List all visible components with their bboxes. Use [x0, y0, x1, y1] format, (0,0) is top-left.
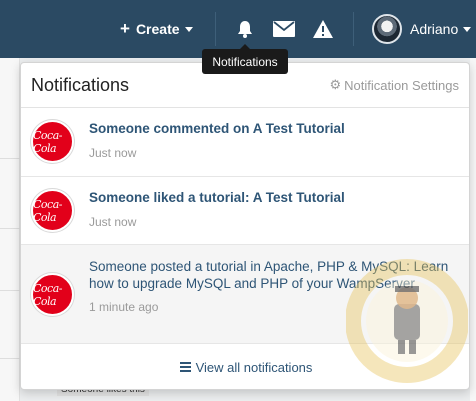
envelope-icon	[273, 21, 295, 37]
coca-cola-logo-icon: Coca-Cola	[31, 273, 74, 316]
notification-message: Someone commented on A Test Tutorial	[89, 121, 345, 136]
bell-icon	[238, 21, 252, 38]
warning-icon	[313, 20, 333, 38]
coca-cola-logo-icon: Coca-Cola	[31, 189, 74, 232]
user-name: Adriano	[410, 21, 459, 37]
gear-icon: ⚙	[329, 77, 342, 92]
notification-time: Just now	[89, 215, 137, 229]
notification-message: Someone liked a tutorial: A Test Tutoria…	[89, 190, 345, 205]
notification-settings-link[interactable]: ⚙ Notification Settings	[329, 77, 459, 93]
user-menu-button[interactable]: Adriano	[372, 0, 472, 58]
background-page	[0, 58, 20, 401]
background-page-edge	[470, 58, 476, 401]
caret-down-icon	[463, 26, 472, 32]
nav-divider	[215, 12, 216, 46]
notification-item[interactable]: Coca-Cola Someone commented on A Test Tu…	[21, 108, 469, 177]
settings-label: Notification Settings	[344, 77, 459, 93]
fun4forum-watermark	[346, 259, 468, 383]
view-all-label: View all notifications	[195, 359, 313, 375]
alerts-button[interactable]	[312, 0, 334, 58]
plus-icon: +	[120, 19, 130, 38]
caret-down-icon	[184, 26, 193, 32]
avatar	[372, 14, 402, 44]
notifications-tooltip: Notifications	[202, 44, 288, 74]
notification-time: Just now	[89, 146, 137, 160]
coca-cola-logo-icon: Coca-Cola	[31, 120, 74, 163]
list-icon	[179, 360, 191, 374]
dropdown-title: Notifications	[31, 74, 130, 95]
notification-item[interactable]: Coca-Cola Someone liked a tutorial: A Te…	[21, 177, 469, 245]
create-label: Create	[135, 21, 180, 37]
nav-divider	[353, 12, 354, 46]
create-menu-button[interactable]: + Create	[120, 0, 193, 58]
